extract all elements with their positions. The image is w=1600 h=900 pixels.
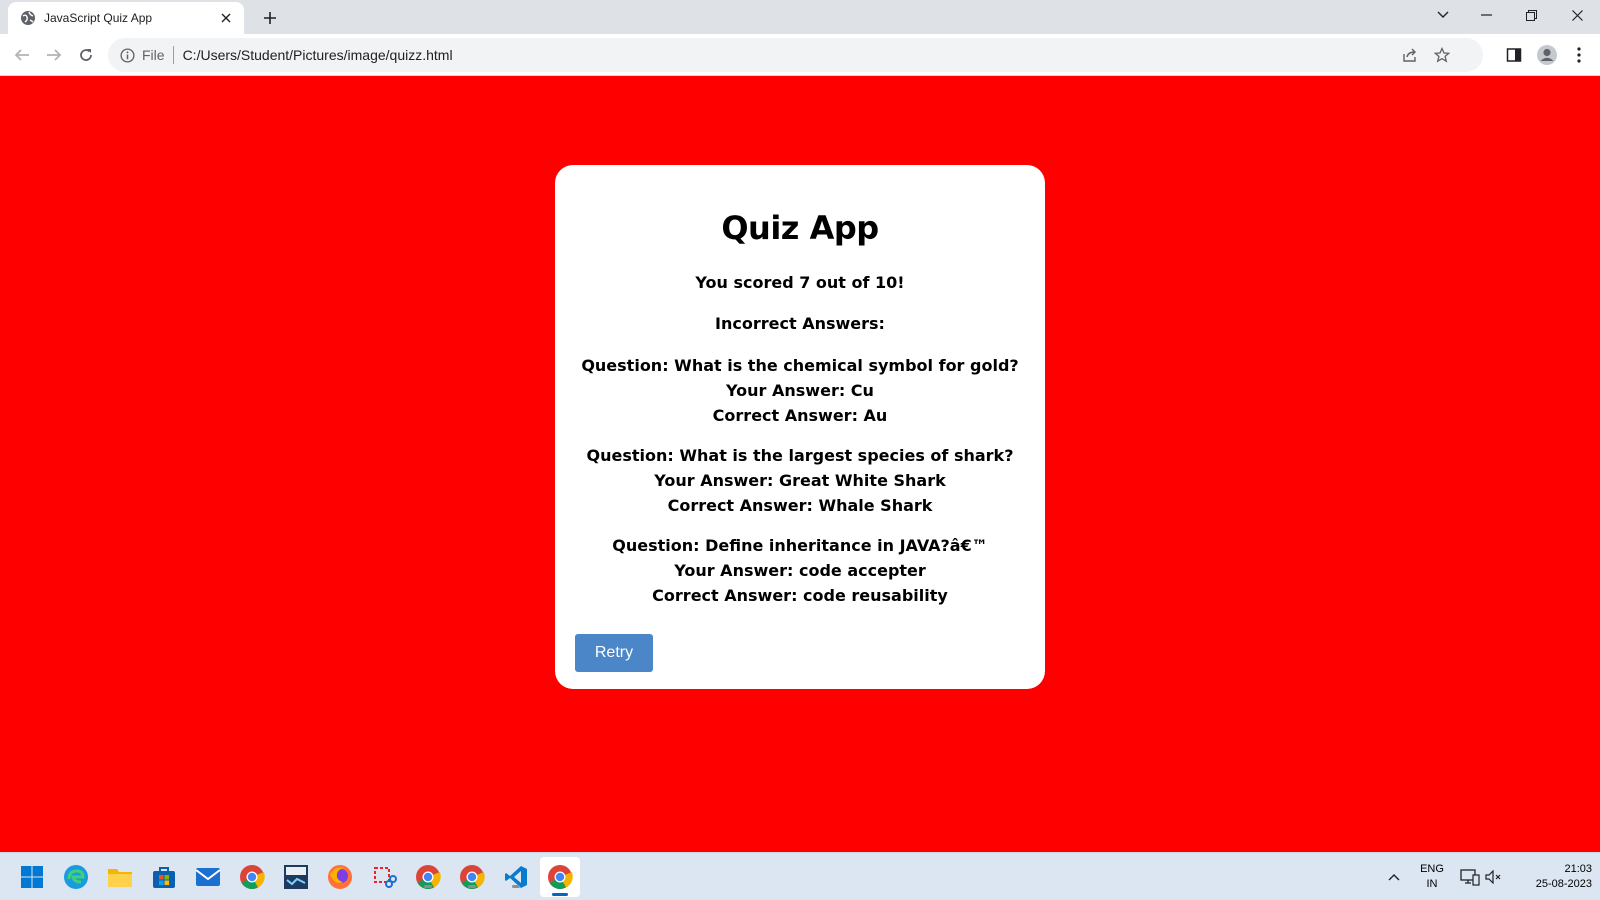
running-indicator [424,885,432,888]
bookmark-star-icon[interactable] [1428,41,1456,69]
file-explorer-icon[interactable] [106,863,134,891]
score-text: You scored 7 out of 10! [695,273,905,292]
address-bar[interactable]: File C:/Users/Student/Pictures/image/qui… [108,38,1483,72]
chevron-up-icon[interactable] [1380,863,1408,891]
your-answer-text: Your Answer: code accepter [674,561,926,580]
browser-tab[interactable]: JavaScript Quiz App [8,2,244,34]
question-text: Question: What is the largest species of… [586,446,1014,465]
retry-button[interactable]: Retry [575,634,653,672]
side-panel-icon[interactable] [1500,41,1528,69]
quiz-result-card: Quiz App You scored 7 out of 10! Incorre… [555,165,1045,689]
correct-answer-text: Correct Answer: Whale Shark [667,496,933,515]
reload-icon[interactable] [72,41,100,69]
windows-start-icon[interactable] [18,863,46,891]
windows-taskbar: ENG IN 21:03 25-08-2023 [0,852,1600,900]
clock-time: 21:03 [1564,863,1592,875]
question-text: Question: Define inheritance in JAVA?â€™ [612,536,988,555]
share-icon[interactable] [1396,41,1424,69]
volume-muted-icon[interactable] [1480,863,1508,891]
region-code: IN [1426,878,1438,890]
your-answer-text: Your Answer: Great White Shark [654,471,946,490]
snipping-tool-icon[interactable] [370,863,398,891]
your-answer-text: Your Answer: Cu [726,381,874,400]
new-tab-plus-icon[interactable] [258,6,282,30]
browser-toolbar: File C:/Users/Student/Pictures/image/qui… [0,34,1600,76]
chrome-icon[interactable] [458,863,486,891]
running-indicator [512,885,520,888]
more-menu-icon[interactable] [1565,41,1593,69]
correct-answer-text: Correct Answer: code reusability [652,586,948,605]
back-arrow-icon[interactable] [8,41,36,69]
tab-title: JavaScript Quiz App [44,11,153,25]
clock[interactable]: 21:03 25-08-2023 [1508,862,1592,892]
vscode-icon[interactable] [502,863,530,891]
language-indicator[interactable]: ENG IN [1414,862,1450,892]
chrome-icon[interactable] [414,863,442,891]
divider [172,46,174,64]
url-text[interactable]: C:/Users/Student/Pictures/image/quizz.ht… [183,47,453,63]
globe-icon [20,10,36,26]
running-indicator [468,885,476,888]
language-code: ENG [1420,863,1444,875]
tab-strip: JavaScript Quiz App [0,0,1600,34]
firefox-icon[interactable] [326,863,354,891]
mail-icon[interactable] [194,863,222,891]
microsoft-store-icon[interactable] [150,863,178,891]
minimize-icon[interactable] [1463,0,1509,30]
clock-date: 25-08-2023 [1535,878,1592,890]
incorrect-answer-item: Question: Define inheritance in JAVA?â€™… [555,533,1045,608]
page-viewport: Quiz App You scored 7 out of 10! Incorre… [0,76,1600,852]
edge-icon[interactable] [62,863,90,891]
info-icon[interactable] [118,46,136,64]
correct-answer-text: Correct Answer: Au [712,406,888,425]
dev-tool-icon[interactable] [282,863,310,891]
scheme-label: File [142,47,165,63]
incorrect-answer-item: Question: What is the largest species of… [555,443,1045,518]
restore-icon[interactable] [1508,0,1554,30]
incorrect-answer-item: Question: What is the chemical symbol fo… [555,353,1045,428]
chrome-active-icon[interactable] [540,857,580,897]
active-indicator [552,893,568,896]
chrome-icon[interactable] [238,863,266,891]
tab-close-icon[interactable] [218,10,234,26]
incorrect-answers-heading: Incorrect Answers: [715,314,885,333]
profile-avatar-icon[interactable] [1533,41,1561,69]
page-title: Quiz App [721,209,879,247]
question-text: Question: What is the chemical symbol fo… [581,356,1019,375]
forward-arrow-icon[interactable] [40,41,68,69]
close-window-icon[interactable] [1554,0,1600,30]
tab-search-chevron-down-icon[interactable] [1420,0,1466,30]
